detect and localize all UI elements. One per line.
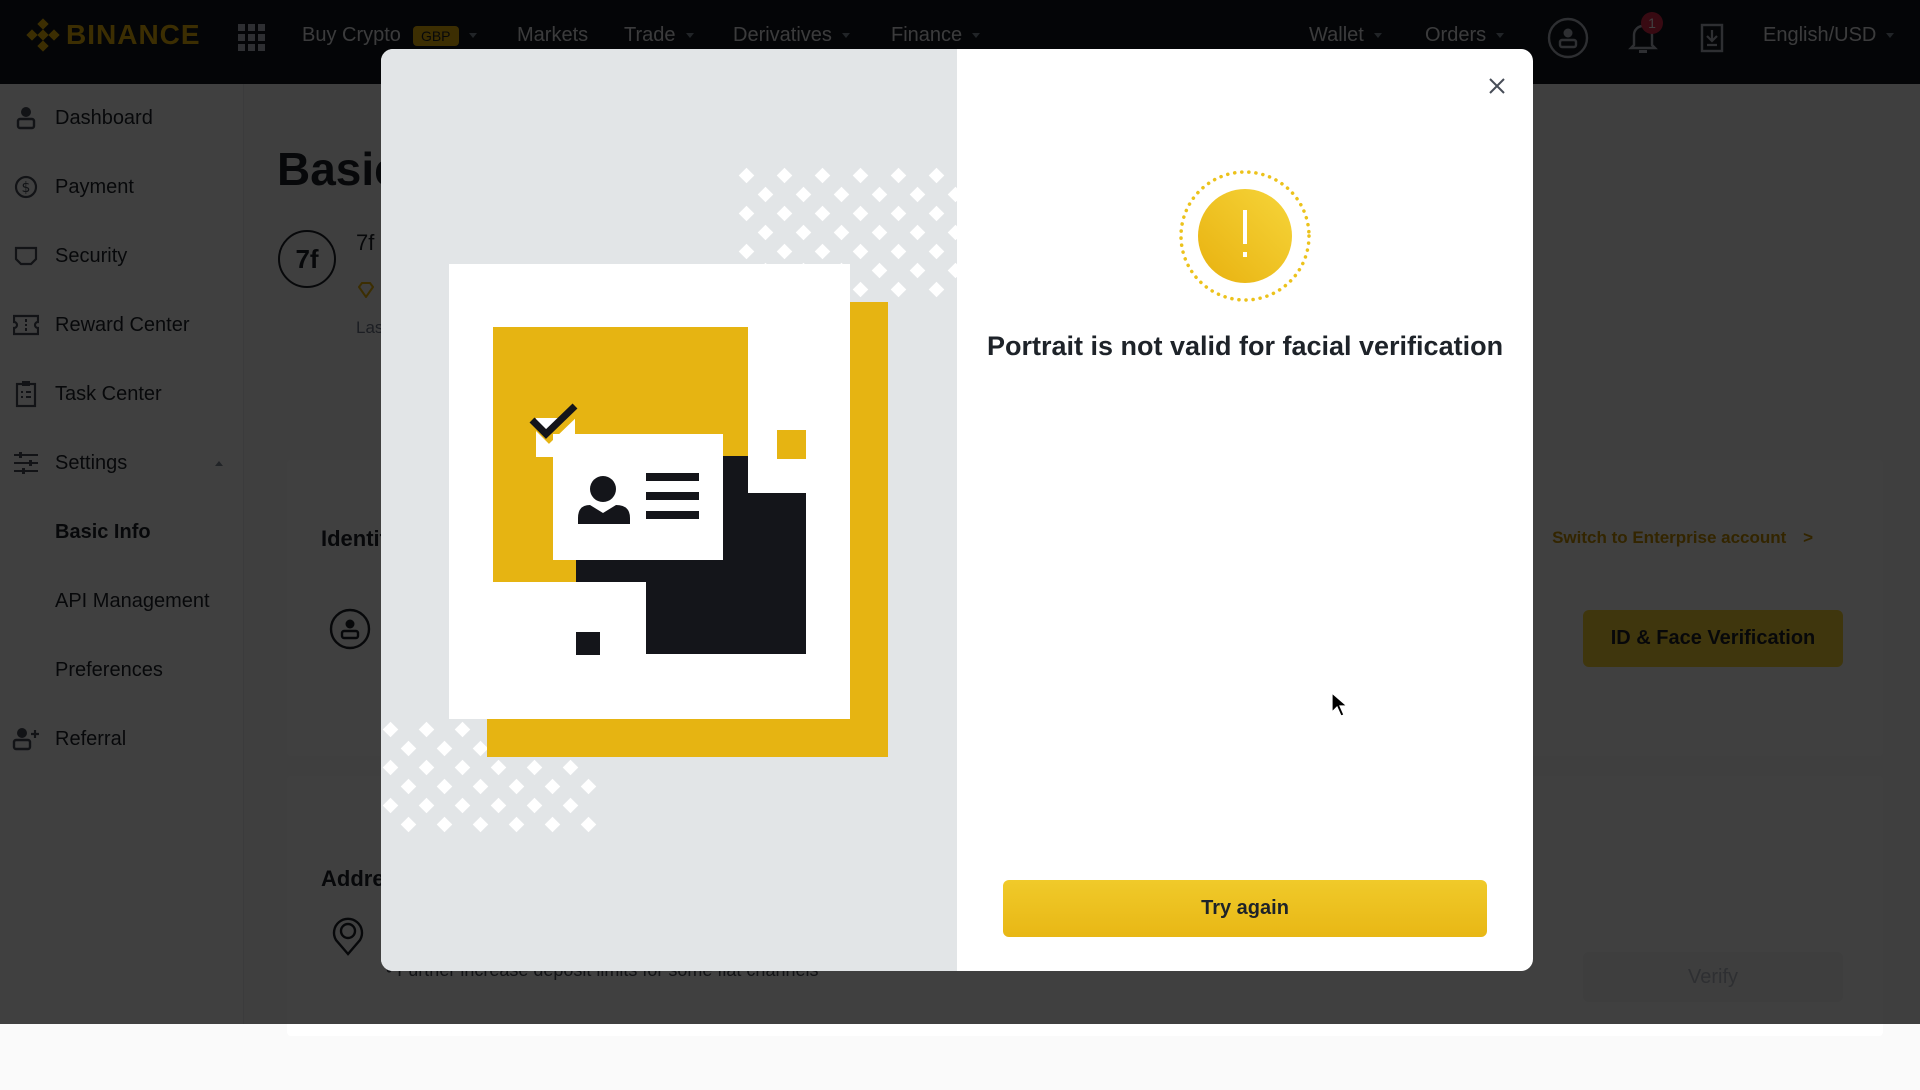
warning-icon [1179, 170, 1311, 302]
try-again-button[interactable]: Try again [1003, 880, 1487, 937]
id-card-line-2 [646, 492, 699, 500]
id-card-person-head [590, 476, 616, 502]
illustration-small-black-square [576, 632, 600, 655]
modal-title: Portrait is not valid for facial verific… [986, 331, 1504, 361]
illustration-small-yellow-square [777, 430, 806, 459]
id-card-line-1 [646, 473, 699, 481]
close-button[interactable] [1485, 74, 1509, 98]
id-verification-illustration [449, 264, 888, 757]
illustration-panel [381, 49, 957, 971]
close-icon [1489, 78, 1505, 94]
id-card-line-3 [646, 511, 699, 519]
verification-failed-modal: Portrait is not valid for facial verific… [381, 49, 1533, 971]
mouse-cursor-icon [1331, 692, 1349, 717]
